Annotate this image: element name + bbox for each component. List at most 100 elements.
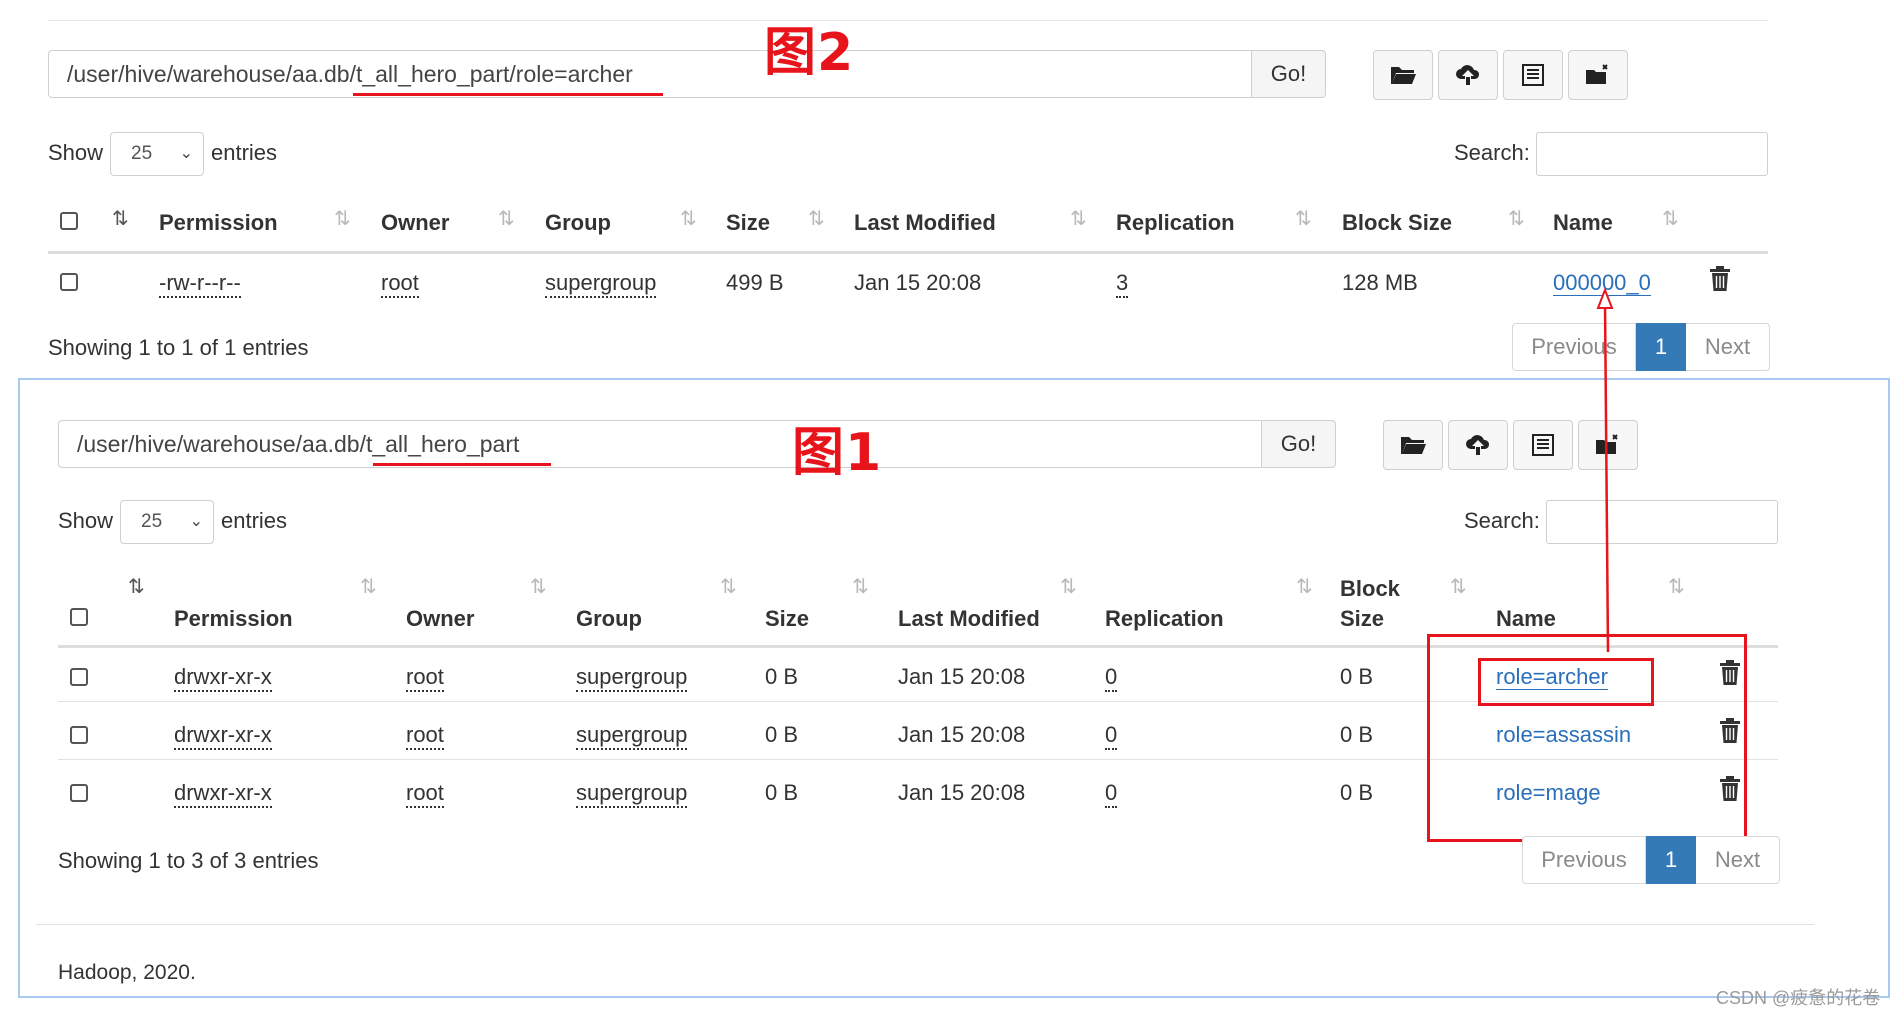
owner-cell[interactable]: root	[381, 270, 419, 298]
col-owner[interactable]: Owner	[406, 606, 474, 632]
row-checkbox[interactable]	[70, 668, 88, 686]
replication-cell[interactable]: 0	[1105, 722, 1118, 750]
upload-button[interactable]	[1448, 420, 1508, 470]
sort-asc-icon[interactable]: ⇅	[112, 206, 129, 231]
group-cell[interactable]: supergroup	[545, 270, 657, 298]
row-checkbox[interactable]	[60, 273, 78, 291]
group-cell[interactable]: supergroup	[576, 722, 688, 750]
sort-icon[interactable]: ⇅	[1296, 574, 1313, 599]
block-size-cell: 0 B	[1340, 664, 1374, 689]
path-text: /user/hive/warehouse/aa.db/t_all_hero_pa…	[67, 61, 633, 87]
row-checkbox[interactable]	[70, 726, 88, 744]
permission-cell[interactable]: -rw-r--r--	[159, 270, 241, 298]
go-button[interactable]: Go!	[1262, 420, 1336, 468]
arrow-line	[1603, 301, 1610, 653]
sort-icon[interactable]: ⇅	[360, 574, 377, 599]
entries-select[interactable]: 25 ⌄	[120, 500, 214, 544]
permission-cell[interactable]: drwxr-xr-x	[174, 722, 272, 750]
annotation-arrow	[1596, 287, 1614, 653]
footer-divider	[36, 924, 1814, 925]
annotation-underline	[373, 463, 551, 466]
show-label: Show	[48, 140, 104, 165]
sort-icon[interactable]: ⇅	[808, 206, 825, 231]
col-group[interactable]: Group	[576, 606, 642, 632]
create-directory-button[interactable]	[1373, 50, 1433, 100]
col-name[interactable]: Name	[1496, 606, 1556, 632]
col-permission[interactable]: Permission	[174, 606, 293, 632]
sort-icon[interactable]: ⇅	[1662, 206, 1679, 231]
search-input[interactable]	[1546, 500, 1778, 544]
modified-cell: Jan 15 20:08	[898, 722, 1026, 747]
sort-icon[interactable]: ⇅	[852, 574, 869, 599]
owner-cell[interactable]: root	[406, 780, 444, 808]
paste-button[interactable]	[1568, 50, 1628, 100]
col-replication[interactable]: Replication	[1116, 210, 1235, 236]
folder-cut-icon	[1586, 64, 1608, 84]
chevron-down-icon: ⌄	[189, 513, 203, 530]
arrow-head-icon	[1596, 287, 1614, 309]
col-block-size-line2[interactable]: Size	[1340, 606, 1384, 632]
entries-label: entries	[211, 140, 278, 165]
search-label: Search:	[1454, 140, 1530, 165]
cut-paste-list-button[interactable]	[1503, 50, 1563, 100]
sort-icon[interactable]: ⇅	[1508, 206, 1525, 231]
owner-cell[interactable]: root	[406, 664, 444, 692]
path-input[interactable]: /user/hive/warehouse/aa.db/t_all_hero_pa…	[58, 420, 1262, 468]
cut-paste-list-button[interactable]	[1513, 420, 1573, 470]
col-owner[interactable]: Owner	[381, 210, 449, 236]
col-block-size[interactable]: Block Size	[1342, 210, 1452, 236]
replication-cell[interactable]: 0	[1105, 664, 1118, 692]
sort-icon[interactable]: ⇅	[1450, 574, 1467, 599]
owner-cell[interactable]: root	[406, 722, 444, 750]
col-permission[interactable]: Permission	[159, 210, 278, 236]
chevron-down-icon: ⌄	[179, 145, 193, 162]
upload-button[interactable]	[1438, 50, 1498, 100]
replication-cell[interactable]: 0	[1105, 780, 1118, 808]
modified-cell: Jan 15 20:08	[898, 664, 1026, 689]
col-name[interactable]: Name	[1553, 210, 1613, 236]
permission-cell[interactable]: drwxr-xr-x	[174, 780, 272, 808]
sort-icon[interactable]: ⇅	[334, 206, 351, 231]
path-text: /user/hive/warehouse/aa.db/t_all_hero_pa…	[77, 431, 520, 457]
col-last-modified[interactable]: Last Modified	[898, 606, 1040, 632]
entries-select[interactable]: 25 ⌄	[110, 132, 204, 176]
page-1-button[interactable]: 1	[1636, 323, 1686, 371]
sort-icon[interactable]: ⇅	[720, 574, 737, 599]
col-last-modified[interactable]: Last Modified	[854, 210, 996, 236]
list-icon	[1532, 434, 1554, 456]
sort-icon[interactable]: ⇅	[1060, 574, 1077, 599]
annotation-label: 图2	[764, 23, 855, 83]
trash-icon[interactable]	[1709, 266, 1731, 292]
sort-icon[interactable]: ⇅	[1070, 206, 1087, 231]
col-size[interactable]: Size	[765, 606, 809, 632]
sort-icon[interactable]: ⇅	[1295, 206, 1312, 231]
select-all-checkbox[interactable]	[60, 212, 78, 230]
col-size[interactable]: Size	[726, 210, 770, 236]
next-button[interactable]: Next	[1686, 323, 1770, 371]
group-cell[interactable]: supergroup	[576, 664, 688, 692]
row-checkbox[interactable]	[70, 784, 88, 802]
search-input[interactable]	[1536, 132, 1768, 176]
pagination: Previous 1 Next	[1522, 836, 1780, 884]
pagination: Previous 1 Next	[1512, 323, 1770, 371]
col-group[interactable]: Group	[545, 210, 611, 236]
permission-cell[interactable]: drwxr-xr-x	[174, 664, 272, 692]
col-replication[interactable]: Replication	[1105, 606, 1224, 632]
sort-icon[interactable]: ⇅	[680, 206, 697, 231]
go-button[interactable]: Go!	[1252, 50, 1326, 98]
sort-icon[interactable]: ⇅	[1668, 574, 1685, 599]
sort-asc-icon[interactable]: ⇅	[128, 574, 145, 599]
sort-icon[interactable]: ⇅	[530, 574, 547, 599]
path-input[interactable]: /user/hive/warehouse/aa.db/t_all_hero_pa…	[48, 50, 1252, 98]
col-block-size-line1[interactable]: Block	[1340, 576, 1400, 602]
create-directory-button[interactable]	[1383, 420, 1443, 470]
size-cell: 499 B	[726, 270, 784, 295]
next-button[interactable]: Next	[1696, 836, 1780, 884]
annotation-underline	[353, 93, 663, 96]
previous-button[interactable]: Previous	[1522, 836, 1646, 884]
replication-cell[interactable]: 3	[1116, 270, 1129, 298]
sort-icon[interactable]: ⇅	[498, 206, 515, 231]
page-1-button[interactable]: 1	[1646, 836, 1696, 884]
group-cell[interactable]: supergroup	[576, 780, 688, 808]
select-all-checkbox[interactable]	[70, 608, 88, 626]
